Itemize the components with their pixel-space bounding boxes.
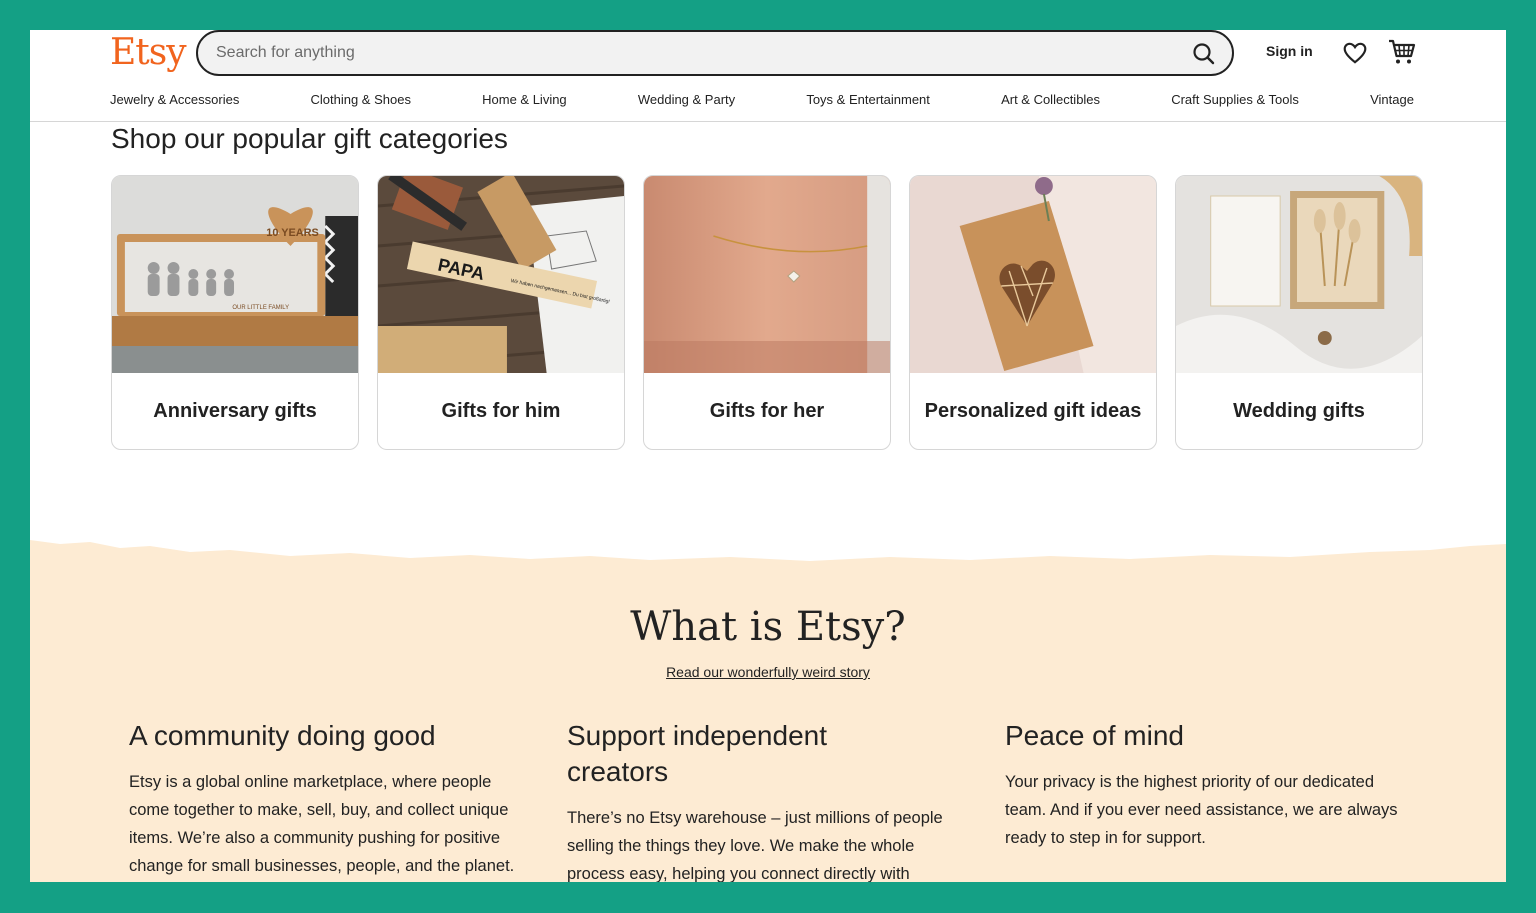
gift-card-label: Anniversary gifts	[153, 400, 317, 422]
community-text: Etsy is a global online marketplace, whe…	[129, 773, 515, 875]
gift-card-for-her[interactable]: Gifts for her	[643, 175, 891, 450]
personalized-gift-image	[910, 176, 1156, 373]
gift-card-label: Gifts for her	[709, 400, 825, 422]
search-bar	[196, 30, 1234, 76]
search-button[interactable]	[1186, 36, 1222, 72]
etsy-logo[interactable]: Etsy	[110, 32, 187, 73]
nav-toys-entertainment[interactable]: Toys & Entertainment	[806, 92, 930, 107]
creators-column: Support independent creators There’s no …	[567, 718, 957, 882]
gift-card-wedding[interactable]: Wedding gifts	[1175, 175, 1423, 450]
nav-jewelry-accessories[interactable]: Jewelry & Accessories	[110, 92, 239, 107]
gift-card-anniversary[interactable]: 10 YEARS OUR LITTLE FAMILY Anniversary g…	[111, 175, 359, 450]
gifts-for-him-image: PAPA Wir haben nachgemessen... Du bist g…	[378, 176, 624, 373]
gift-card-label: Gifts for him	[441, 400, 561, 422]
nav-art-collectibles[interactable]: Art & Collectibles	[1001, 92, 1100, 107]
anniversary-image-subtext: OUR LITTLE FAMILY	[232, 305, 289, 311]
browser-page: Etsy Sign in	[30, 30, 1506, 882]
nav-clothing-shoes[interactable]: Clothing & Shoes	[311, 92, 411, 107]
category-nav: Jewelry & Accessories Clothing & Shoes H…	[110, 92, 1414, 107]
anniversary-image-text: 10 YEARS	[266, 227, 318, 239]
cart-button[interactable]	[1387, 38, 1417, 66]
gifts-for-her-image	[644, 176, 890, 373]
nav-wedding-party[interactable]: Wedding & Party	[638, 92, 735, 107]
peace-of-mind-text: Your privacy is the highest priority of …	[1005, 773, 1398, 847]
search-icon	[1193, 43, 1215, 65]
creators-heading: Support independent creators	[567, 720, 827, 787]
site-header: Etsy Sign in	[30, 30, 1506, 122]
peace-of-mind-heading: Peace of mind	[1005, 720, 1184, 751]
what-is-etsy-title: What is Etsy?	[630, 604, 906, 650]
nav-craft-supplies-tools[interactable]: Craft Supplies & Tools	[1171, 92, 1299, 107]
gift-card-for-him[interactable]: PAPA Wir haben nachgemessen... Du bist g…	[377, 175, 625, 450]
gift-card-label: Personalized gift ideas	[924, 400, 1142, 422]
search-input[interactable]	[216, 32, 1156, 74]
community-column: A community doing good Etsy is a global …	[129, 718, 529, 882]
favorites-button[interactable]	[1342, 40, 1368, 66]
cart-icon	[1389, 39, 1416, 64]
creators-text: There’s no Etsy warehouse – just million…	[567, 809, 943, 882]
what-is-etsy-section: What is Etsy? Read our wonderfully weird…	[30, 540, 1506, 882]
heart-icon	[1343, 42, 1367, 64]
nav-vintage[interactable]: Vintage	[1370, 92, 1414, 107]
gift-category-cards: 10 YEARS OUR LITTLE FAMILY Anniversary g…	[111, 175, 1423, 450]
wedding-gift-image	[1176, 176, 1422, 373]
sign-in-link[interactable]: Sign in	[1266, 43, 1313, 59]
nav-home-living[interactable]: Home & Living	[482, 92, 567, 107]
wonderfully-weird-story-link[interactable]: Read our wonderfully weird story	[666, 664, 870, 680]
gift-card-personalized[interactable]: Personalized gift ideas	[909, 175, 1157, 450]
community-heading: A community doing good	[129, 720, 436, 751]
anniversary-gift-image: 10 YEARS OUR LITTLE FAMILY	[112, 176, 358, 373]
peace-of-mind-column: Peace of mind Your privacy is the highes…	[1005, 718, 1405, 852]
gift-categories-title: Shop our popular gift categories	[111, 123, 508, 154]
gift-card-label: Wedding gifts	[1233, 400, 1365, 422]
